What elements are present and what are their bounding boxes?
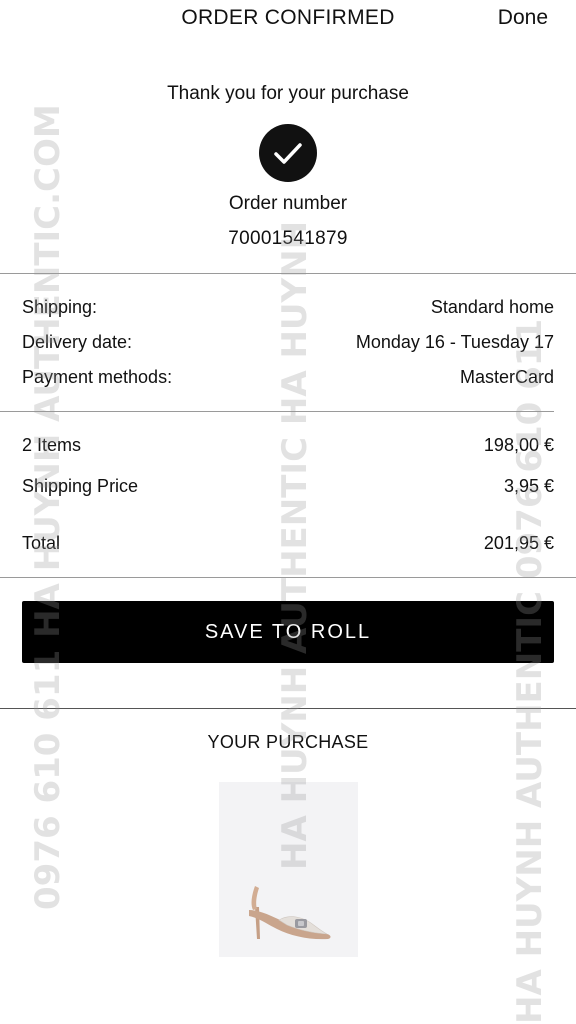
- divider: [0, 273, 576, 274]
- delivery-date-label: Delivery date:: [22, 332, 133, 352]
- order-number: 70001541879: [228, 228, 348, 249]
- watermark-right: HA HUYNH AUTHENTIC 0976 610 611: [510, 318, 550, 1024]
- shipping-row: Shipping: Standard home: [22, 297, 554, 318]
- divider: [0, 411, 554, 412]
- payment-method-value: MasterCard: [459, 367, 554, 387]
- shipping-price-row: Shipping Price 3,95 €: [22, 476, 554, 497]
- total-value: 201,95 €: [483, 533, 554, 553]
- items-row: 2 Items 198,00 €: [22, 435, 554, 456]
- page-title: ORDER CONFIRMED: [181, 6, 395, 29]
- product-thumbnail[interactable]: [219, 782, 358, 957]
- items-label: 2 Items: [22, 435, 82, 455]
- divider: [0, 577, 576, 578]
- payment-method-row: Payment methods: MasterCard: [22, 367, 554, 388]
- thank-you-message: Thank you for your purchase: [167, 83, 409, 104]
- delivery-date-row: Delivery date: Monday 16 - Tuesday 17: [22, 332, 554, 353]
- watermark-left: 0976 610 611 HA HUYNH AUTHENTIC.COM: [28, 104, 68, 910]
- done-button[interactable]: Done: [498, 6, 548, 30]
- total-label: Total: [22, 533, 61, 553]
- total-row: Total 201,95 €: [22, 533, 554, 554]
- slingback-heel-shoe-icon: [249, 886, 331, 940]
- order-number-label: Order number: [228, 193, 348, 214]
- checkmark-icon: [259, 124, 317, 182]
- shipping-label: Shipping:: [22, 297, 98, 317]
- shipping-value: Standard home: [430, 297, 554, 317]
- shipping-price-value: 3,95 €: [503, 476, 554, 496]
- shipping-price-label: Shipping Price: [22, 476, 139, 496]
- delivery-date-value: Monday 16 - Tuesday 17: [355, 332, 554, 352]
- save-to-roll-button[interactable]: SAVE TO ROLL: [22, 601, 554, 663]
- items-value: 198,00 €: [483, 435, 554, 455]
- divider: [0, 708, 576, 709]
- your-purchase-title: YOUR PURCHASE: [207, 732, 369, 752]
- payment-method-label: Payment methods:: [22, 367, 173, 387]
